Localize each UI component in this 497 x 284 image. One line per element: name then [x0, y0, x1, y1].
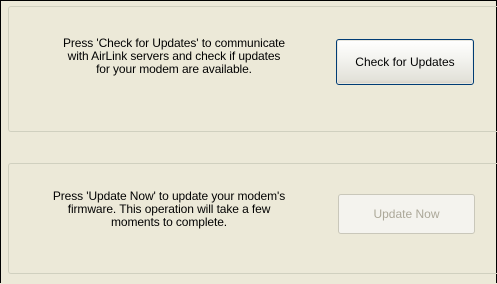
- check-for-updates-button[interactable]: Check for Updates: [336, 39, 474, 85]
- update-now-description: Press 'Update Now' to update your modem'…: [26, 190, 312, 229]
- check-updates-description: Press 'Check for Updates' to communicate…: [35, 37, 313, 76]
- check-description-line-3: for your modem are available.: [96, 62, 252, 76]
- updates-panel: Press 'Check for Updates' to communicate…: [0, 0, 497, 283]
- update-now-button[interactable]: Update Now: [338, 194, 475, 234]
- update-description-line-3: moments to complete.: [110, 215, 228, 229]
